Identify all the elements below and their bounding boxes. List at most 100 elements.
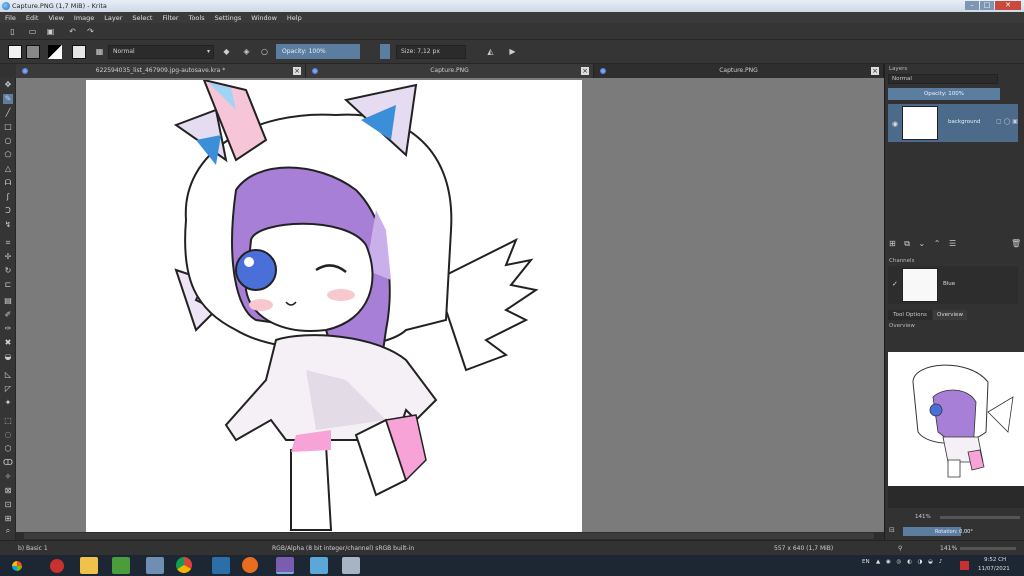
freehand-path-tool-icon[interactable]: ʃ [3, 192, 13, 202]
background-color-swatch[interactable] [26, 45, 40, 59]
eraser-mode-icon[interactable]: ◆ [222, 47, 231, 56]
menu-layer[interactable]: Layer [99, 14, 127, 22]
menu-settings[interactable]: Settings [210, 14, 247, 22]
blend-mode-select[interactable]: Normal ▾ [108, 45, 214, 59]
status-zoom-icon[interactable]: ⚲ [898, 545, 902, 552]
undo-icon[interactable]: ↶ [68, 27, 77, 36]
contiguous-select-tool-icon[interactable]: ✧ [3, 472, 13, 482]
redo-icon[interactable]: ↷ [86, 27, 95, 36]
mirror-vertical-icon[interactable]: ▶ [508, 47, 517, 56]
menu-help[interactable]: Help [282, 14, 307, 22]
menu-image[interactable]: Image [69, 14, 99, 22]
dynamic-brush-tool-icon[interactable]: Ↄ [3, 206, 13, 216]
rect-select-tool-icon[interactable]: ⬚ [3, 416, 13, 426]
freehand-brush-tool-icon[interactable]: ✎ [3, 94, 13, 104]
crop-tool-icon[interactable]: ⌗ [3, 238, 13, 248]
firefox-app-icon[interactable] [242, 557, 258, 573]
layer-opacity-slider[interactable]: Opacity: 100% [888, 88, 1000, 100]
new-document-icon[interactable]: ▯ [8, 27, 17, 36]
menu-edit[interactable]: Edit [21, 14, 44, 22]
preserve-alpha-icon[interactable]: ◈ [242, 47, 251, 56]
gradient-tool-icon[interactable]: ▤ [3, 296, 13, 306]
rectangle-tool-icon[interactable]: □ [3, 122, 13, 132]
measure-tool-icon[interactable]: ◸ [3, 384, 13, 394]
mirror-horizontal-icon[interactable]: ◭ [486, 47, 495, 56]
move-tool-icon[interactable]: ✢ [3, 252, 13, 262]
similar-select-tool-icon[interactable]: ⊠ [3, 486, 13, 496]
scrollbar-thumb[interactable] [24, 533, 874, 539]
delete-layer-icon[interactable]: 🗑 [1011, 239, 1021, 248]
app-icon-8[interactable] [310, 557, 328, 574]
overview-zoom-slider[interactable] [940, 516, 1020, 519]
foreground-color-swatch[interactable] [8, 45, 22, 59]
tab-close-icon[interactable]: × [581, 67, 589, 75]
app-icon-5[interactable] [212, 557, 230, 574]
swap-colors-icon[interactable] [48, 45, 62, 59]
rotation-reset-icon[interactable]: ⊟ [889, 526, 895, 534]
status-zoom-slider[interactable] [960, 547, 1016, 550]
ellipse-select-tool-icon[interactable]: ◌ [3, 430, 13, 440]
rotate-tool-icon[interactable]: ↻ [3, 266, 13, 276]
document-canvas[interactable] [86, 78, 582, 532]
menu-window[interactable]: Window [246, 14, 282, 22]
layer-row-background[interactable]: ◉ background ▢ ◯ ▣ [888, 104, 1018, 142]
krita-taskbar-icon[interactable] [276, 557, 294, 574]
channel-row-blue[interactable]: ✓ Blue [888, 266, 1018, 304]
move-up-icon[interactable]: ⌃ [934, 239, 944, 248]
polyline-tool-icon[interactable]: △ [3, 164, 13, 174]
multibrush-tool-icon[interactable]: ↯ [3, 220, 13, 230]
minimize-button[interactable]: – [965, 1, 979, 10]
tab-document-2[interactable]: Capture.PNG × [306, 64, 594, 78]
language-indicator[interactable]: EN [862, 559, 870, 565]
maximize-button[interactable]: □ [980, 1, 994, 10]
tab-document-3-active[interactable]: Capture.PNG × [594, 64, 884, 78]
file-explorer-icon[interactable] [80, 557, 98, 574]
magnetic-select-tool-icon[interactable]: ⊞ [3, 514, 13, 524]
horizontal-scrollbar[interactable] [16, 532, 884, 540]
overview-thumbnail[interactable] [888, 352, 1024, 486]
tab-overview[interactable]: Overview [933, 310, 967, 320]
duplicate-layer-icon[interactable]: ⧉ [904, 239, 913, 248]
crop-image-icon[interactable]: ⊏ [3, 280, 13, 290]
transform-tool-icon[interactable]: ✥ [3, 80, 13, 90]
grid-preset-icon[interactable]: ▦ [95, 47, 104, 56]
menu-tools[interactable]: Tools [184, 14, 210, 22]
tab-document-1[interactable]: 622594035_list_467909.jpg-autosave.kra *… [16, 64, 306, 78]
game-app-icon[interactable] [112, 557, 130, 574]
add-layer-icon[interactable]: ⊞ [889, 239, 899, 248]
layer-blend-mode-select[interactable]: Normal [888, 74, 998, 84]
tab-close-icon[interactable]: × [871, 67, 879, 75]
vivaldi-tray-icon[interactable] [960, 561, 969, 570]
menu-view[interactable]: View [43, 14, 68, 22]
tray-icons[interactable]: ▲ ◉ ◎ ◐ ◑ ◒ ♪ [876, 559, 944, 565]
menu-select[interactable]: Select [127, 14, 157, 22]
bezier-select-tool-icon[interactable]: ⊡ [3, 500, 13, 510]
line-tool-icon[interactable]: ╱ [3, 108, 13, 118]
menu-filter[interactable]: Filter [157, 14, 183, 22]
layer-lock-icon[interactable]: ▢ ◯ ▣ [996, 118, 1018, 125]
menu-file[interactable]: File [0, 14, 21, 22]
colorize-mask-tool-icon[interactable]: ✑ [3, 324, 13, 334]
ellipse-tool-icon[interactable]: ○ [3, 136, 13, 146]
opacity-slider[interactable]: Opacity: 100% [276, 44, 360, 59]
clock-date[interactable]: 11/07/2021 [978, 566, 1010, 572]
freehand-select-tool-icon[interactable]: ↀ [3, 458, 13, 468]
windows-start-icon[interactable] [8, 557, 26, 574]
brush-preset-icon[interactable] [72, 45, 86, 59]
reference-tool-icon[interactable]: ✦ [3, 398, 13, 408]
zoom-tool-icon[interactable]: ⌕ [3, 526, 13, 536]
tab-close-icon[interactable]: × [293, 67, 301, 75]
open-document-icon[interactable]: ▭ [28, 27, 37, 36]
reload-preset-icon[interactable]: ○ [260, 47, 269, 56]
polygon-tool-icon[interactable]: ⬠ [3, 150, 13, 160]
chrome-app-icon[interactable] [176, 557, 192, 573]
close-window-button[interactable]: ✕ [995, 1, 1021, 10]
vivaldi-app-icon[interactable] [50, 559, 64, 573]
settings-app-icon[interactable] [146, 557, 164, 574]
move-down-icon[interactable]: ⌄ [919, 239, 929, 248]
status-brush-preset[interactable]: b) Basic 1 [18, 545, 48, 552]
smart-patch-tool-icon[interactable]: ✖ [3, 338, 13, 348]
layer-properties-icon[interactable]: ☰ [949, 239, 959, 248]
fill-tool-icon[interactable]: ◒ [3, 352, 13, 362]
clock-time[interactable]: 9:52 CH [984, 557, 1006, 563]
